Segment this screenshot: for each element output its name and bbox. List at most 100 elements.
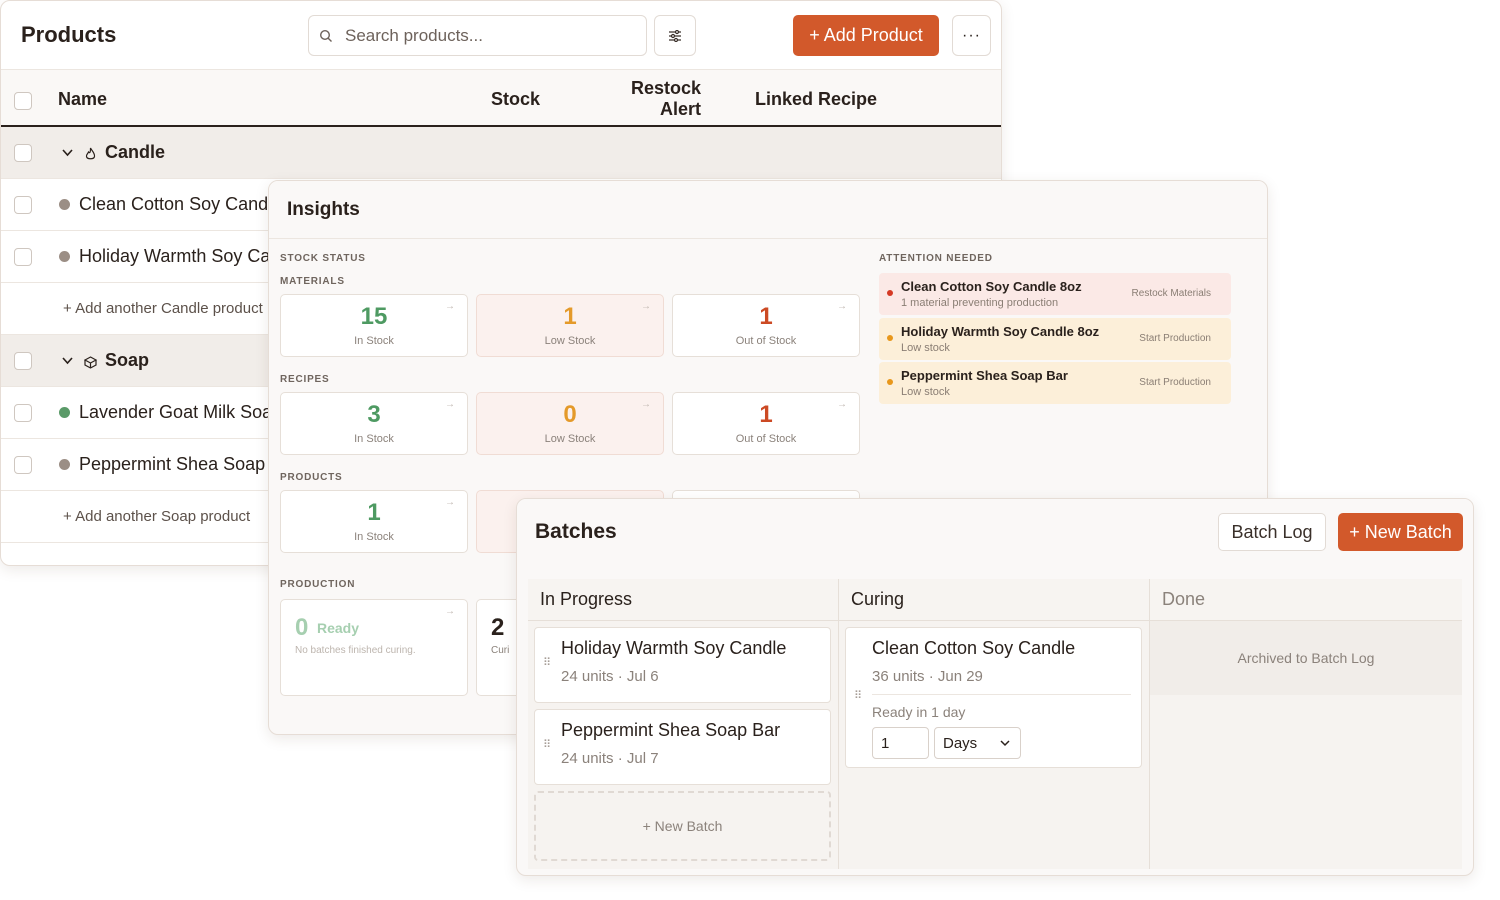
card-label: In Stock <box>354 531 394 543</box>
materials-heading: MATERIALS <box>280 276 345 287</box>
table-header: Name Stock Restock Alert Linked Recipe <box>1 69 1001 127</box>
stock-status-heading: STOCK STATUS <box>280 253 366 264</box>
product-name[interactable]: Peppermint Shea Soap Bar <box>79 454 298 475</box>
batches-header: Batches Batch Log + New Batch <box>517 499 1473 565</box>
group-name: Candle <box>105 142 166 162</box>
filter-sliders-icon <box>669 29 681 42</box>
drag-handle-icon[interactable]: ⠿ <box>543 658 552 669</box>
ready-in-text: Ready in 1 day <box>872 704 966 720</box>
row-checkbox[interactable] <box>14 456 32 474</box>
group-checkbox[interactable] <box>14 352 32 370</box>
attention-name: Peppermint Shea Soap Bar <box>901 368 1068 383</box>
curing-label: Curi <box>491 645 510 656</box>
chevron-down-icon <box>1000 739 1010 746</box>
row-checkbox[interactable] <box>14 248 32 266</box>
restock-materials-link[interactable]: Restock Materials <box>1132 288 1211 299</box>
recipes-low-stock-card[interactable]: 0 Low Stock → <box>476 392 664 455</box>
batch-meta: 36 units · Jun 29 <box>872 668 983 685</box>
batch-card[interactable]: ⠿ Holiday Warmth Soy Candle 24 units · J… <box>534 627 831 703</box>
materials-low-stock-card[interactable]: 1 Low Stock → <box>476 294 664 357</box>
batch-log-button[interactable]: Batch Log <box>1218 513 1326 551</box>
batch-name: Holiday Warmth Soy Candle <box>561 638 787 658</box>
new-batch-button[interactable]: + New Batch <box>1338 513 1463 551</box>
products-heading: PRODUCTS <box>280 472 343 483</box>
new-batch-dropzone[interactable]: + New Batch <box>534 791 831 861</box>
card-label: Out of Stock <box>735 433 797 445</box>
status-dot <box>59 407 70 418</box>
products-header: Products + Add Product ··· <box>1 1 1001 69</box>
ready-sub: No batches finished curing. <box>295 645 416 656</box>
group-name: Soap <box>105 350 150 370</box>
column-header: Curing <box>839 579 1149 621</box>
status-dot <box>887 335 893 341</box>
arrow-right-icon: → <box>445 497 455 508</box>
search-box[interactable] <box>308 15 647 56</box>
chevron-down-icon[interactable] <box>62 149 73 157</box>
products-in-stock-card[interactable]: 1 In Stock → <box>280 490 468 553</box>
arrow-right-icon: → <box>641 399 651 410</box>
batches-title: Batches <box>535 520 617 543</box>
start-production-link[interactable]: Start Production <box>1139 377 1211 388</box>
search-icon <box>319 29 332 42</box>
arrow-right-icon: → <box>445 399 455 410</box>
group-row-candle[interactable]: Candle <box>1 127 1001 179</box>
archived-note: Archived to Batch Log <box>1150 621 1462 695</box>
column-stock: Stock <box>491 89 541 109</box>
arrow-right-icon: → <box>641 301 651 312</box>
column-restock-alert: Restock Alert <box>631 78 702 119</box>
group-checkbox[interactable] <box>14 144 32 162</box>
card-value: 1 <box>759 303 773 330</box>
recipes-heading: RECIPES <box>280 374 330 385</box>
card-label: In Stock <box>354 433 394 445</box>
page-title: Products <box>21 22 117 47</box>
materials-in-stock-card[interactable]: 15 In Stock → <box>280 294 468 357</box>
batch-meta: 24 units · Jul 7 <box>561 750 659 767</box>
insights-title: Insights <box>269 181 1267 239</box>
drag-handle-icon[interactable]: ⠿ <box>854 691 863 702</box>
status-dot <box>887 290 893 296</box>
attention-item[interactable]: Holiday Warmth Soy Candle 8oz Low stock … <box>879 318 1231 360</box>
batch-card[interactable]: ⠿ Peppermint Shea Soap Bar 24 units · Ju… <box>534 709 831 785</box>
curing-value: 2 <box>491 614 505 641</box>
card-value: 1 <box>563 303 577 330</box>
arrow-right-icon: → <box>837 301 847 312</box>
cure-amount-input[interactable]: 1 <box>872 727 929 759</box>
row-checkbox[interactable] <box>14 404 32 422</box>
filter-button[interactable] <box>654 15 696 56</box>
column-in-progress: In Progress ⠿ Holiday Warmth Soy Candle … <box>528 579 839 869</box>
search-input[interactable] <box>345 25 635 46</box>
batch-card[interactable]: ⠿ Clean Cotton Soy Candle 36 units · Jun… <box>845 627 1142 768</box>
product-name[interactable]: Lavender Goat Milk Soap <box>79 402 282 423</box>
recipes-out-of-stock-card[interactable]: 1 Out of Stock → <box>672 392 860 455</box>
select-all-checkbox[interactable] <box>14 92 32 110</box>
cure-unit-select[interactable]: Days <box>934 727 1021 759</box>
row-checkbox[interactable] <box>14 196 32 214</box>
more-options-button[interactable]: ··· <box>952 15 991 56</box>
attention-item[interactable]: Peppermint Shea Soap Bar Low stock Start… <box>879 362 1231 404</box>
add-another-soap-link[interactable]: + Add another Soap product <box>63 508 250 525</box>
box-icon <box>84 356 97 369</box>
drag-handle-icon[interactable]: ⠿ <box>543 740 552 751</box>
flame-icon <box>85 147 96 160</box>
attention-needed-heading: ATTENTION NEEDED <box>879 253 993 264</box>
start-production-link[interactable]: Start Production <box>1139 333 1211 344</box>
add-another-candle-link[interactable]: + Add another Candle product <box>63 300 263 317</box>
column-header: Done <box>1150 579 1462 621</box>
status-dot <box>887 379 893 385</box>
arrow-right-icon: → <box>445 606 455 617</box>
status-dot <box>59 199 70 210</box>
status-dot <box>59 251 70 262</box>
chevron-down-icon[interactable] <box>62 357 73 365</box>
production-ready-card[interactable]: 0 Ready No batches finished curing. → <box>280 599 468 696</box>
divider <box>872 694 1131 695</box>
recipes-in-stock-card[interactable]: 3 In Stock → <box>280 392 468 455</box>
ready-value: 0 <box>295 614 309 641</box>
add-product-button[interactable]: + Add Product <box>793 15 939 56</box>
attention-sub: Low stock <box>901 342 950 354</box>
attention-name: Clean Cotton Soy Candle 8oz <box>901 279 1082 294</box>
card-value: 15 <box>360 303 388 330</box>
materials-out-of-stock-card[interactable]: 1 Out of Stock → <box>672 294 860 357</box>
batches-panel: Batches Batch Log + New Batch In Progres… <box>516 498 1474 876</box>
production-heading: PRODUCTION <box>280 579 356 590</box>
attention-item[interactable]: Clean Cotton Soy Candle 8oz 1 material p… <box>879 273 1231 315</box>
